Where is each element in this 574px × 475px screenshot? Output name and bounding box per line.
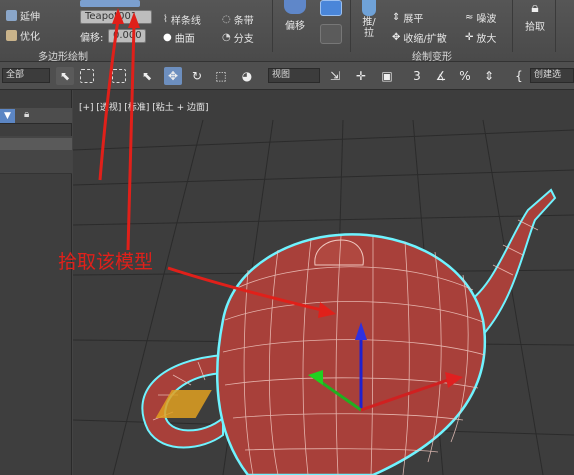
cube-icon[interactable]: [320, 0, 342, 16]
stretch-icon: [6, 10, 17, 21]
shrink-expand-icon: ✥: [392, 32, 401, 43]
object-name-field[interactable]: Teapot001: [80, 10, 152, 24]
branch-icon: ◔: [222, 32, 231, 43]
offset-input[interactable]: 0.000: [108, 29, 146, 43]
spline-icon: ⌇: [163, 14, 168, 25]
annotation-text: 拾取该模型: [58, 251, 154, 273]
spinner-snap-icon[interactable]: ⇕: [480, 67, 498, 85]
divider: [272, 0, 273, 52]
explorer-toolbar: ▼ 🔒︎: [0, 108, 72, 124]
ripple-icon: ≈: [465, 12, 474, 23]
snap-3d-icon[interactable]: 3: [408, 67, 426, 85]
placement-icon[interactable]: ◕: [238, 67, 256, 85]
optimize-tool[interactable]: 优化: [6, 28, 40, 43]
lock-icon: 🔒︎: [531, 0, 539, 16]
percent-snap-icon[interactable]: %: [456, 67, 474, 85]
surface-icon: ●: [163, 32, 172, 43]
ribbon: 延伸 优化 Teapot001 偏移: 0.000 多边形绘制 ⌇ 样条线 ◌ …: [0, 0, 574, 63]
shrink-expand-tool[interactable]: ✥ 收缩/扩散: [392, 30, 447, 45]
reference-coord-dropdown[interactable]: 视图: [268, 68, 320, 83]
divider: [350, 0, 351, 52]
create-selection-set-field[interactable]: 创建选: [530, 68, 574, 83]
scale-icon[interactable]: ⬚: [212, 67, 230, 85]
rect-select-icon[interactable]: [80, 69, 94, 83]
keyboard-shortcut-icon[interactable]: ▣: [378, 67, 396, 85]
pivot-icon[interactable]: ⇲: [326, 67, 344, 85]
edit-named-selection-icon[interactable]: {: [510, 67, 528, 85]
strip-tool[interactable]: ◌ 条带: [222, 12, 254, 27]
surface-tool[interactable]: ● 曲面: [163, 30, 195, 45]
rotate-icon[interactable]: ↻: [188, 67, 206, 85]
viewport-canvas: [73, 119, 574, 475]
divider: [512, 0, 513, 52]
window-crossing-icon[interactable]: [112, 69, 126, 83]
angle-snap-icon[interactable]: ∡: [432, 67, 450, 85]
select-manipulate-icon[interactable]: ✛: [352, 67, 370, 85]
main-toolbar: 全部 ⬉ ⬉ ✥ ↻ ⬚ ◕ 视图 ⇲ ✛ ▣ 3 ∡ % ⇕ { 创建选: [0, 62, 574, 90]
enlarge-icon: ✛: [465, 32, 474, 43]
selection-filter-dropdown[interactable]: 全部: [2, 68, 50, 83]
optimize-icon: [6, 30, 17, 41]
flatten-icon: ⇕: [392, 12, 401, 23]
lock-icon[interactable]: 🔒︎: [24, 109, 36, 123]
group-label-poly-draw: 多边形绘制: [38, 52, 88, 63]
group-label-paint-deform: 绘制变形: [412, 52, 452, 63]
select-object-icon[interactable]: ⬉: [56, 67, 74, 85]
pick-button[interactable]: 🔒︎ 拾取: [518, 0, 552, 33]
strip-icon: ◌: [222, 14, 231, 25]
explorer-selected-row[interactable]: [0, 138, 72, 150]
brush-icon: [362, 0, 376, 16]
select-by-name-icon[interactable]: ⬉: [138, 67, 156, 85]
stretch-tool[interactable]: 延伸: [6, 8, 40, 23]
ripple-tool[interactable]: ≈ 噪波: [465, 10, 496, 25]
spline-tool[interactable]: ⌇ 样条线: [163, 12, 201, 27]
filter-icon[interactable]: ▼: [0, 109, 15, 123]
move-icon[interactable]: ✥: [164, 67, 182, 85]
mesh-icon[interactable]: [320, 24, 342, 44]
viewport-label[interactable]: [+] [透视] [标准] [粘土 + 边面]: [79, 100, 208, 113]
offset-big-button[interactable]: 偏移: [280, 0, 310, 32]
divider: [555, 0, 556, 52]
push-pull-button[interactable]: 推/ 拉: [356, 0, 382, 39]
perspective-viewport[interactable]: [+] [透视] [标准] [粘土 + 边面]: [73, 90, 574, 475]
scene-explorer-panel: ▼ 🔒︎: [0, 90, 72, 475]
enlarge-tool[interactable]: ✛ 放大: [465, 30, 496, 45]
surface-button[interactable]: [80, 0, 140, 7]
branch-tool[interactable]: ◔ 分支: [222, 30, 254, 45]
flatten-tool[interactable]: ⇕ 展平: [392, 10, 423, 25]
offset-big-icon: [284, 0, 306, 14]
offset-row: 偏移:: [80, 33, 104, 44]
